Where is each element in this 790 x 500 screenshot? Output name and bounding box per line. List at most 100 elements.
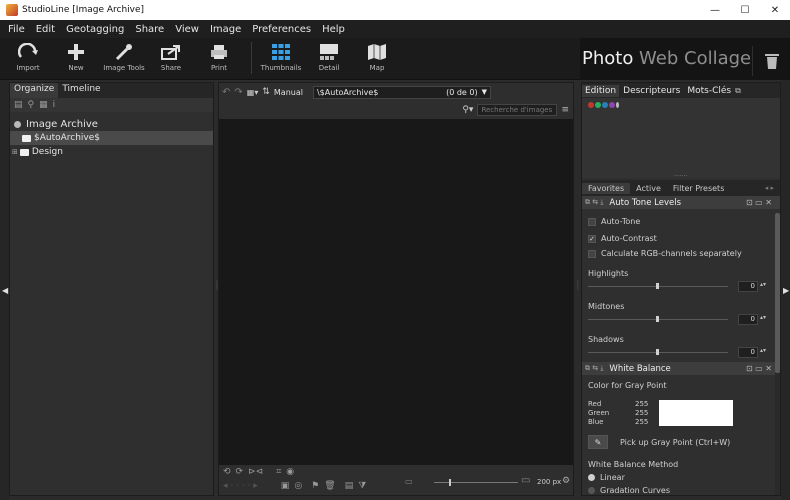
- thumbnail-viewer[interactable]: [219, 119, 573, 465]
- right-collapse-strip[interactable]: ▶: [781, 80, 790, 500]
- menu-file[interactable]: File: [8, 24, 25, 35]
- flag-icon[interactable]: ⚑: [311, 481, 319, 491]
- menu-help[interactable]: Help: [322, 24, 345, 35]
- tree-root[interactable]: Image Archive: [10, 117, 213, 131]
- slider-knob[interactable]: [656, 349, 659, 355]
- flip-icon[interactable]: ⊳⊲: [248, 467, 263, 477]
- info-icon[interactable]: i: [53, 100, 56, 110]
- image-search-input[interactable]: Recherche d'images: [477, 104, 558, 116]
- new-folder-icon[interactable]: ▤: [14, 100, 23, 110]
- method-linear-radio[interactable]: Linear: [582, 471, 780, 484]
- left-collapse-strip[interactable]: ◀: [0, 80, 9, 500]
- auto-tone-checkbox[interactable]: Auto-Tone: [582, 214, 780, 229]
- new-button[interactable]: New: [51, 40, 101, 78]
- spinner-icon[interactable]: ▴▾: [760, 281, 766, 288]
- close-button[interactable]: ✕: [760, 0, 790, 20]
- map-button[interactable]: Map: [352, 40, 402, 78]
- sort-icon[interactable]: ⇅: [262, 87, 270, 97]
- archive-path-dropdown[interactable]: \$AutoArchive$ (0 de 0) ▼: [312, 85, 491, 99]
- share-button[interactable]: Share: [146, 40, 196, 78]
- gray-point-swatch[interactable]: [659, 400, 733, 426]
- checkbox-checked[interactable]: ✓: [588, 234, 596, 243]
- menu-preferences[interactable]: Preferences: [252, 24, 311, 35]
- white-balance-header[interactable]: ⧉ ⇆ ⤓ White Balance ⊡ ▭ ✕: [582, 362, 780, 375]
- mode-photo[interactable]: Photo: [582, 48, 633, 69]
- tab-filter-presets[interactable]: Filter Presets: [667, 183, 730, 194]
- eye-icon[interactable]: ◉: [286, 467, 294, 477]
- view-toggle-icon[interactable]: ▦▾: [247, 88, 259, 97]
- tree-item-design[interactable]: ⊞ Design: [10, 145, 213, 159]
- menu-edit[interactable]: Edit: [36, 24, 55, 35]
- radio-selected[interactable]: [588, 474, 595, 481]
- fit-icon[interactable]: ▣: [281, 481, 290, 491]
- settings-gear-icon[interactable]: ⚙: [562, 476, 570, 486]
- slider-knob[interactable]: [656, 316, 659, 322]
- rotate-left-icon[interactable]: ⟲: [223, 467, 231, 477]
- section-tools-icons[interactable]: ⧉ ⇆ ⤓: [585, 364, 603, 373]
- thumb-size-slider[interactable]: [434, 479, 518, 486]
- maximize-button[interactable]: ☐: [730, 0, 760, 20]
- menu-geotagging[interactable]: Geotagging: [66, 24, 124, 35]
- crop-icon[interactable]: ⌗: [276, 467, 281, 477]
- menu-view[interactable]: View: [175, 24, 199, 35]
- tab-descripteurs[interactable]: Descripteurs: [620, 85, 683, 97]
- print-button[interactable]: Print: [194, 40, 244, 78]
- pick-gray-point-button[interactable]: ✎: [588, 435, 608, 449]
- midtones-value[interactable]: 0: [738, 314, 758, 325]
- highlights-value[interactable]: 0: [738, 281, 758, 292]
- delete-icon[interactable]: 🗑: [324, 481, 335, 491]
- section-window-icons[interactable]: ⊡ ▭ ✕: [746, 198, 772, 207]
- highlights-slider[interactable]: 0 ▴▾: [582, 280, 780, 294]
- shadows-value[interactable]: 0: [738, 347, 758, 358]
- search-icon[interactable]: ⚲▾: [462, 105, 473, 115]
- spinner-icon[interactable]: ▴▾: [760, 314, 766, 321]
- table-icon[interactable]: ▦: [39, 100, 48, 110]
- radio-unselected[interactable]: [588, 487, 595, 494]
- minimize-button[interactable]: —: [700, 0, 730, 20]
- filter-icon[interactable]: ⧩: [358, 481, 366, 491]
- target-icon[interactable]: ◎: [294, 481, 302, 491]
- rotate-right-icon[interactable]: ⟳: [236, 467, 244, 477]
- rgb-separately-checkbox[interactable]: Calculate RGB-channels separately: [582, 246, 780, 261]
- slider-knob[interactable]: [449, 479, 451, 486]
- tab-timeline[interactable]: Timeline: [58, 83, 104, 98]
- resize-grip[interactable]: .......: [674, 171, 687, 178]
- section-window-icons[interactable]: ⊡ ▭ ✕: [746, 364, 772, 373]
- method-gradation-radio[interactable]: Gradation Curves: [582, 484, 780, 497]
- thumbnails-button[interactable]: Thumbnails: [256, 40, 306, 78]
- checkbox-unchecked[interactable]: [588, 249, 596, 258]
- auto-tone-header[interactable]: ⧉ ⇆ ⤓ Auto Tone Levels ⊡ ▭ ✕: [582, 196, 780, 209]
- checkbox-unchecked[interactable]: [588, 217, 596, 226]
- tab-mots-cles[interactable]: Mots-Clés: [684, 85, 734, 97]
- midtones-slider[interactable]: 0 ▴▾: [582, 313, 780, 327]
- subtab-scroll-arrows[interactable]: ◂ ▸: [765, 184, 774, 192]
- spinner-icon[interactable]: ▴▾: [760, 347, 766, 354]
- mode-collage[interactable]: Collage: [684, 48, 751, 69]
- tab-active[interactable]: Active: [630, 183, 667, 194]
- undo-icon[interactable]: ↶: [222, 87, 230, 98]
- tab-favorites[interactable]: Favorites: [582, 182, 631, 194]
- sort-label[interactable]: Manual: [274, 88, 303, 97]
- menu-share[interactable]: Share: [135, 24, 164, 35]
- redo-icon[interactable]: ↷: [234, 87, 242, 98]
- menu-image[interactable]: Image: [210, 24, 241, 35]
- section-tools-icons[interactable]: ⧉ ⇆ ⤓: [585, 198, 603, 207]
- tab-organize[interactable]: Organize: [10, 83, 59, 98]
- detach-icon[interactable]: ⧉: [735, 86, 741, 96]
- import-button[interactable]: Import: [3, 40, 53, 78]
- mode-web[interactable]: Web: [639, 48, 678, 69]
- image-tools-button[interactable]: Image Tools: [99, 40, 149, 78]
- shadows-slider[interactable]: 0 ▴▾: [582, 346, 780, 360]
- tree-item-autoarchive[interactable]: $AutoArchive$: [10, 131, 213, 145]
- detail-button[interactable]: Detail: [304, 40, 354, 78]
- color-label-icons[interactable]: [588, 102, 619, 108]
- scrollbar-thumb[interactable]: [775, 213, 780, 373]
- export-icon[interactable]: ▤: [345, 481, 354, 491]
- expand-icon[interactable]: ⊞: [12, 148, 18, 156]
- slider-knob[interactable]: [656, 283, 659, 289]
- right-splitter[interactable]: ⋮ ⋮: [574, 82, 581, 496]
- tab-edition[interactable]: Edition: [582, 84, 620, 97]
- menu-icon[interactable]: ≡: [561, 105, 569, 115]
- auto-contrast-checkbox[interactable]: ✓ Auto-Contrast: [582, 231, 780, 246]
- trash-button[interactable]: [752, 46, 790, 76]
